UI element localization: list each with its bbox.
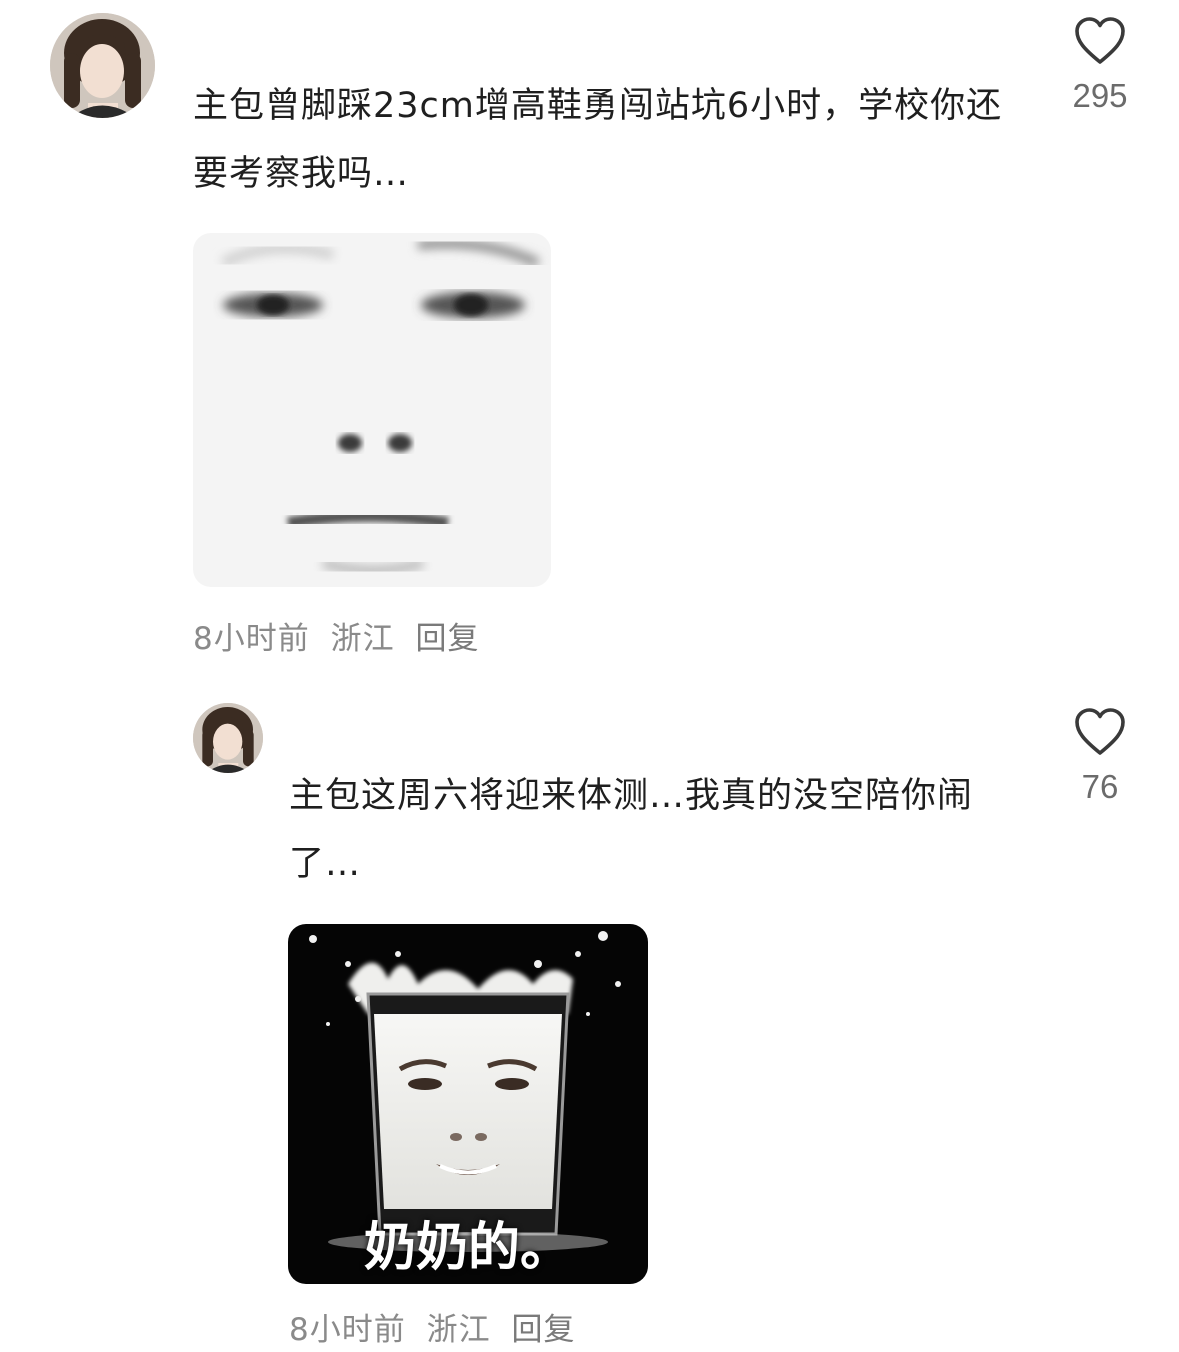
avatar-image [50,13,155,118]
comment-location: 浙江 [426,1312,491,1348]
like-count: 295 [1072,77,1128,114]
avatar[interactable] [50,13,155,118]
like-button[interactable]: 295 [1055,17,1145,115]
comment-location: 浙江 [330,621,395,657]
sticker-caption: 奶奶的。 [363,1218,572,1278]
like-button[interactable]: 76 [1055,708,1145,806]
comment-time: 8小时前 [193,621,310,657]
comment-meta: 8小时前 浙江 回复 [289,1304,585,1349]
comment-meta: 8小时前 浙江 回复 [193,613,489,658]
like-count: 76 [1081,768,1119,805]
comment-text: 主包曾脚踩23cm增高鞋勇闯站坑6小时，学校你还要考察我吗… [193,86,1003,194]
heart-outline-icon [1075,708,1125,755]
avatar[interactable] [193,703,263,773]
face-sticker [193,233,551,587]
comment-time: 8小时前 [289,1312,406,1348]
sticker-image[interactable]: 奶奶的。 [288,924,648,1284]
sticker-image[interactable] [193,233,551,587]
heart-outline-icon [1075,17,1125,64]
comment-text: 主包这周六将迎来体测…我真的没空陪你闹了… [289,776,974,884]
reply-button[interactable]: 回复 [415,621,479,657]
reply-button[interactable]: 回复 [511,1312,575,1348]
avatar-image [193,703,263,773]
